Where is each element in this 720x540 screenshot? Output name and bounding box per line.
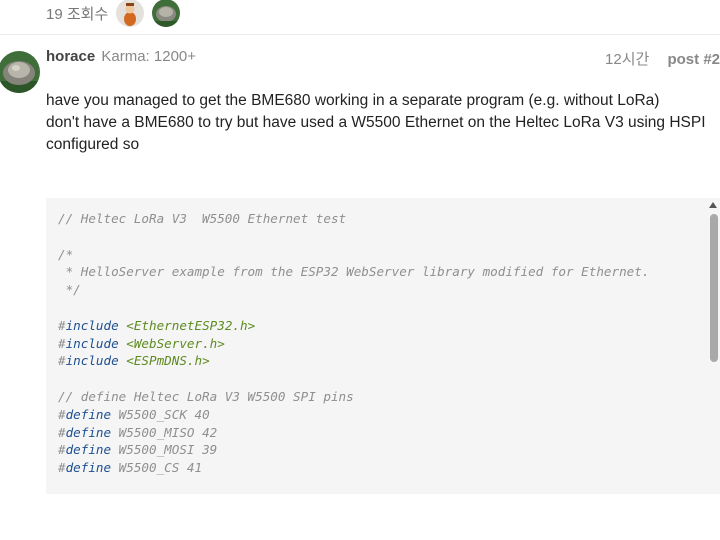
post-content: have you managed to get the BME680 worki… <box>46 90 716 156</box>
code-token: # <box>58 442 66 458</box>
code-line: #define W5500_SCK 40 <box>58 406 649 424</box>
code-token: include <box>65 335 119 351</box>
post-paragraph: have you managed to get the BME680 worki… <box>46 92 660 109</box>
scrollbar-thumb[interactable] <box>710 214 718 362</box>
code-token: W5500_MISO 42 <box>111 424 218 440</box>
code-token: define <box>65 424 112 440</box>
code-token: define <box>65 460 112 476</box>
post-time[interactable]: 12시간 <box>605 51 649 68</box>
participant-avatar[interactable] <box>152 0 181 27</box>
code-line: #define W5500_MISO 42 <box>58 424 649 442</box>
code-token: W5500_CS 41 <box>111 460 203 476</box>
code-token: W5500_SCK 40 <box>111 406 210 422</box>
karma-label: Karma: 1200+ <box>101 48 197 65</box>
code-token: # <box>58 460 66 476</box>
code-token: /* <box>58 246 74 262</box>
code-token: define <box>65 442 112 458</box>
code-line: * HelloServer example from the ESP32 Web… <box>58 263 650 281</box>
code-token: # <box>58 406 66 422</box>
code-block[interactable]: // Heltec LoRa V3 W5500 Ethernet test /*… <box>46 198 720 494</box>
code-line: #include <WebServer.h> <box>58 335 649 353</box>
code-token: * HelloServer example from the ESP32 Web… <box>58 264 650 280</box>
code-token: include <box>65 353 119 369</box>
code-token: <EthernetESP32.h> <box>126 317 256 333</box>
user-avatar[interactable] <box>0 51 40 93</box>
code-token: // define Heltec LoRa V3 W5500 SPI pins <box>58 388 354 404</box>
code-token: <ESPmDNS.h> <box>126 353 210 369</box>
code-content: // Heltec LoRa V3 W5500 Ethernet test /*… <box>58 210 649 477</box>
code-line: */ <box>58 281 649 299</box>
code-line: #include <EthernetESP32.h> <box>58 317 649 335</box>
code-token: // Heltec LoRa V3 W5500 Ethernet test <box>58 211 347 226</box>
code-line: #define W5500_CS 41 <box>58 459 649 477</box>
username-link[interactable]: horace <box>46 48 95 65</box>
post-paragraph: don't have a BME680 to try but have used… <box>46 114 706 131</box>
post-meta: 12시간 post #2 <box>605 48 720 69</box>
code-token: <WebServer.h> <box>126 335 225 351</box>
code-token: W5500_MOSI 39 <box>111 442 218 458</box>
participant-avatar[interactable] <box>116 0 145 27</box>
post-number[interactable]: post #2 <box>667 51 720 68</box>
code-line: #include <ESPmDNS.h> <box>58 352 649 370</box>
scroll-up-arrow-icon[interactable] <box>709 202 717 208</box>
divider <box>0 34 720 35</box>
code-line: /* <box>58 246 649 264</box>
code-line: #define W5500_MOSI 39 <box>58 441 649 459</box>
topic-stats: 19 조회수 <box>46 0 181 27</box>
code-token: # <box>58 353 66 369</box>
code-scrollbar[interactable] <box>706 198 720 494</box>
code-line: // Heltec LoRa V3 W5500 Ethernet test <box>58 210 649 228</box>
code-line: // define Heltec LoRa V3 W5500 SPI pins <box>58 388 649 406</box>
code-token: # <box>58 424 66 440</box>
code-token: # <box>58 317 66 333</box>
post-header: horace Karma: 1200+ 12시간 post #2 <box>46 48 720 68</box>
views-count: 19 조회수 <box>46 5 109 23</box>
code-token: include <box>65 317 119 333</box>
code-token: */ <box>58 282 81 298</box>
code-token: # <box>58 335 66 351</box>
code-token: define <box>65 406 112 422</box>
post-paragraph: configured so <box>46 136 140 153</box>
